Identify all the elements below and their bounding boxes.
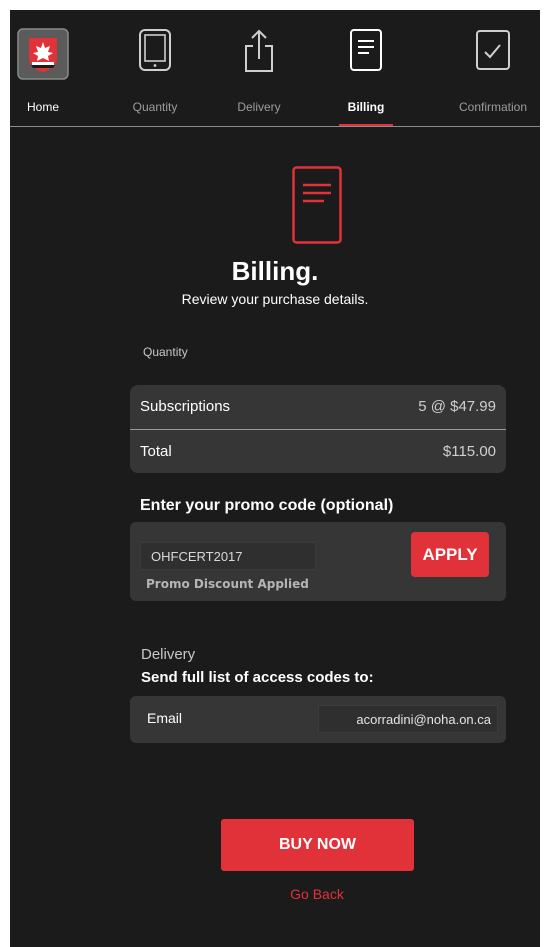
total-value: $115.00 [442,443,496,460]
nav-label-delivery: Delivery [237,100,281,114]
promo-heading: Enter your promo code (optional) [140,497,394,514]
buy-now-button[interactable]: BUY NOW [221,819,414,871]
order-summary-card: Subscriptions 5 @ $47.99 Total $115.00 [130,385,506,473]
total-label: Total [140,443,172,460]
billing-document-icon [292,166,342,249]
page-subtitle: Review your purchase details. [181,291,369,307]
summary-row-subscriptions: Subscriptions 5 @ $47.99 [130,385,506,429]
step-navigation: Home Quantity Delivery Billing Confirmat… [10,10,540,127]
tablet-icon [138,28,172,77]
page-title: Billing. [231,256,319,286]
email-field[interactable]: acorradini@noha.on.ca [318,705,498,733]
delivery-section-label: Delivery [141,646,196,663]
active-step-indicator [339,124,393,126]
nav-item-billing[interactable]: Billing [333,10,399,127]
hockey-canada-logo-icon [17,28,69,85]
nav-item-delivery[interactable]: Delivery [226,10,292,127]
go-back-link[interactable]: Go Back [10,886,546,902]
quantity-section-label: Quantity [143,345,188,359]
email-card: Email acorradini@noha.on.ca [130,696,506,743]
promo-code-input[interactable] [140,542,316,570]
billing-screen: Home Quantity Delivery Billing Confirmat… [10,10,540,947]
nav-label-confirmation: Confirmation [458,100,528,114]
nav-item-confirmation[interactable]: Confirmation [446,10,540,127]
nav-item-quantity[interactable]: Quantity [122,10,188,127]
email-label: Email [147,710,183,726]
nav-label-quantity: Quantity [132,100,178,114]
checkbox-icon [475,28,511,79]
promo-status-text: Promo Discount Applied [146,577,309,591]
promo-card: APPLY Promo Discount Applied [130,522,506,601]
nav-label-billing: Billing [347,100,385,114]
share-upload-icon [242,28,276,79]
document-icon [349,28,383,79]
nav-label-home: Home [26,100,59,114]
summary-row-total: Total $115.00 [130,429,506,473]
nav-item-home[interactable]: Home [10,10,76,127]
apply-button[interactable]: APPLY [411,532,489,577]
subscriptions-label: Subscriptions [140,398,231,415]
subscriptions-value: 5 @ $47.99 [418,398,496,415]
delivery-instruction: Send full list of access codes to: [141,669,374,686]
